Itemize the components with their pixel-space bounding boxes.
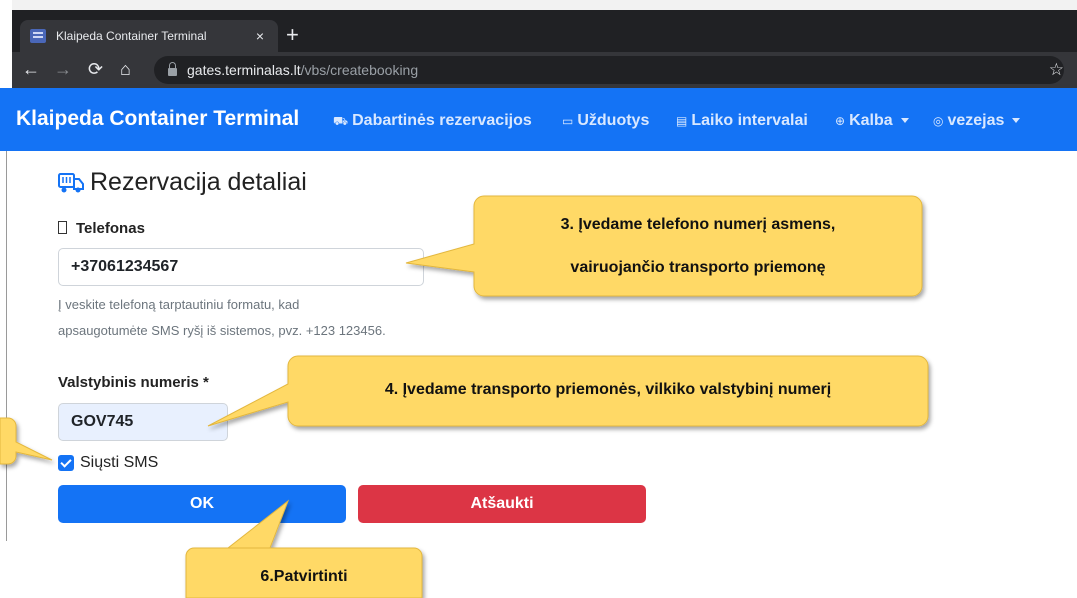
- callout-phone-line2: vairuojančio transporto priemonę: [570, 259, 826, 276]
- nav-item-language[interactable]: ⊕ Kalba: [835, 112, 909, 130]
- forward-icon[interactable]: →: [54, 58, 72, 80]
- globe-icon: ⊕: [835, 114, 846, 128]
- user-icon: ◎: [933, 114, 944, 128]
- plate-label: Valstybinis numeris *: [58, 374, 209, 391]
- calendar-icon: ▤: [676, 114, 688, 128]
- page-border: [6, 151, 7, 541]
- send-sms-label[interactable]: Siųsti SMS: [80, 454, 158, 472]
- cancel-button[interactable]: Atšaukti: [358, 485, 646, 523]
- address-bar[interactable]: gates.terminalas.lt/vbs/createbooking ☆: [154, 56, 1064, 84]
- brand-title[interactable]: Klaipeda Container Terminal: [16, 107, 299, 131]
- phone-label: Telefonas: [58, 220, 145, 237]
- nav-item-user[interactable]: ◎ vezejas: [933, 112, 1021, 130]
- callout-sms-bubble-fragment: [0, 417, 53, 465]
- new-tab-button[interactable]: +: [286, 22, 299, 48]
- ok-button[interactable]: OK: [58, 485, 346, 523]
- url-text: gates.terminalas.lt/vbs/createbooking: [187, 62, 419, 78]
- phone-icon: [58, 221, 67, 234]
- nav-item-current-bookings[interactable]: ⛟ Dabartinės rezervacijos: [333, 112, 532, 130]
- favicon-icon: [30, 29, 46, 43]
- tab-close-icon[interactable]: ×: [256, 28, 264, 44]
- back-icon[interactable]: ←: [22, 58, 40, 80]
- browser-tab[interactable]: Klaipeda Container Terminal ×: [20, 20, 278, 52]
- lock-icon: [168, 62, 177, 76]
- callout-phone-bubble: [405, 195, 923, 297]
- chevron-down-icon: [900, 118, 909, 124]
- bookmark-star-icon[interactable]: ☆: [1049, 60, 1064, 80]
- send-sms-checkbox[interactable]: [58, 455, 74, 471]
- nav-item-tasks[interactable]: ▭ Užduotys: [562, 112, 649, 130]
- callout-confirm-text: 6.Patvirtinti: [260, 568, 348, 585]
- window-top-edge: [0, 0, 1077, 10]
- phone-help-text: Į veskite telefoną tarptautiniu formatu,…: [58, 297, 386, 338]
- callout-plate-text: 4. Įvedame transporto priemonės, vilkiko…: [384, 381, 832, 398]
- chevron-down-icon: [1012, 118, 1021, 124]
- plate-input[interactable]: GOV745: [58, 403, 228, 441]
- browser-chrome: Klaipeda Container Terminal × + ← → ⟳ ⌂ …: [12, 10, 1077, 88]
- app-navbar: Klaipeda Container Terminal ⛟ Dabartinės …: [0, 88, 1077, 151]
- list-icon: ▭: [562, 114, 574, 128]
- truck-icon: ⛟: [333, 114, 349, 128]
- browser-toolbar: ← → ⟳ ⌂ gates.terminalas.lt/vbs/createbo…: [12, 52, 1077, 88]
- phone-input[interactable]: +37061234567: [58, 248, 424, 286]
- nav-item-time-slots[interactable]: ▤ Laiko intervalai: [676, 112, 808, 130]
- reload-icon[interactable]: ⟳: [88, 58, 103, 80]
- page-title: Rezervacija detaliai: [58, 168, 307, 197]
- callout-phone-line1: 3. Įvedame telefono numerį asmens,: [560, 216, 836, 233]
- home-icon[interactable]: ⌂: [120, 58, 131, 80]
- tab-title: Klaipeda Container Terminal: [56, 29, 207, 43]
- truck-icon: [58, 172, 84, 192]
